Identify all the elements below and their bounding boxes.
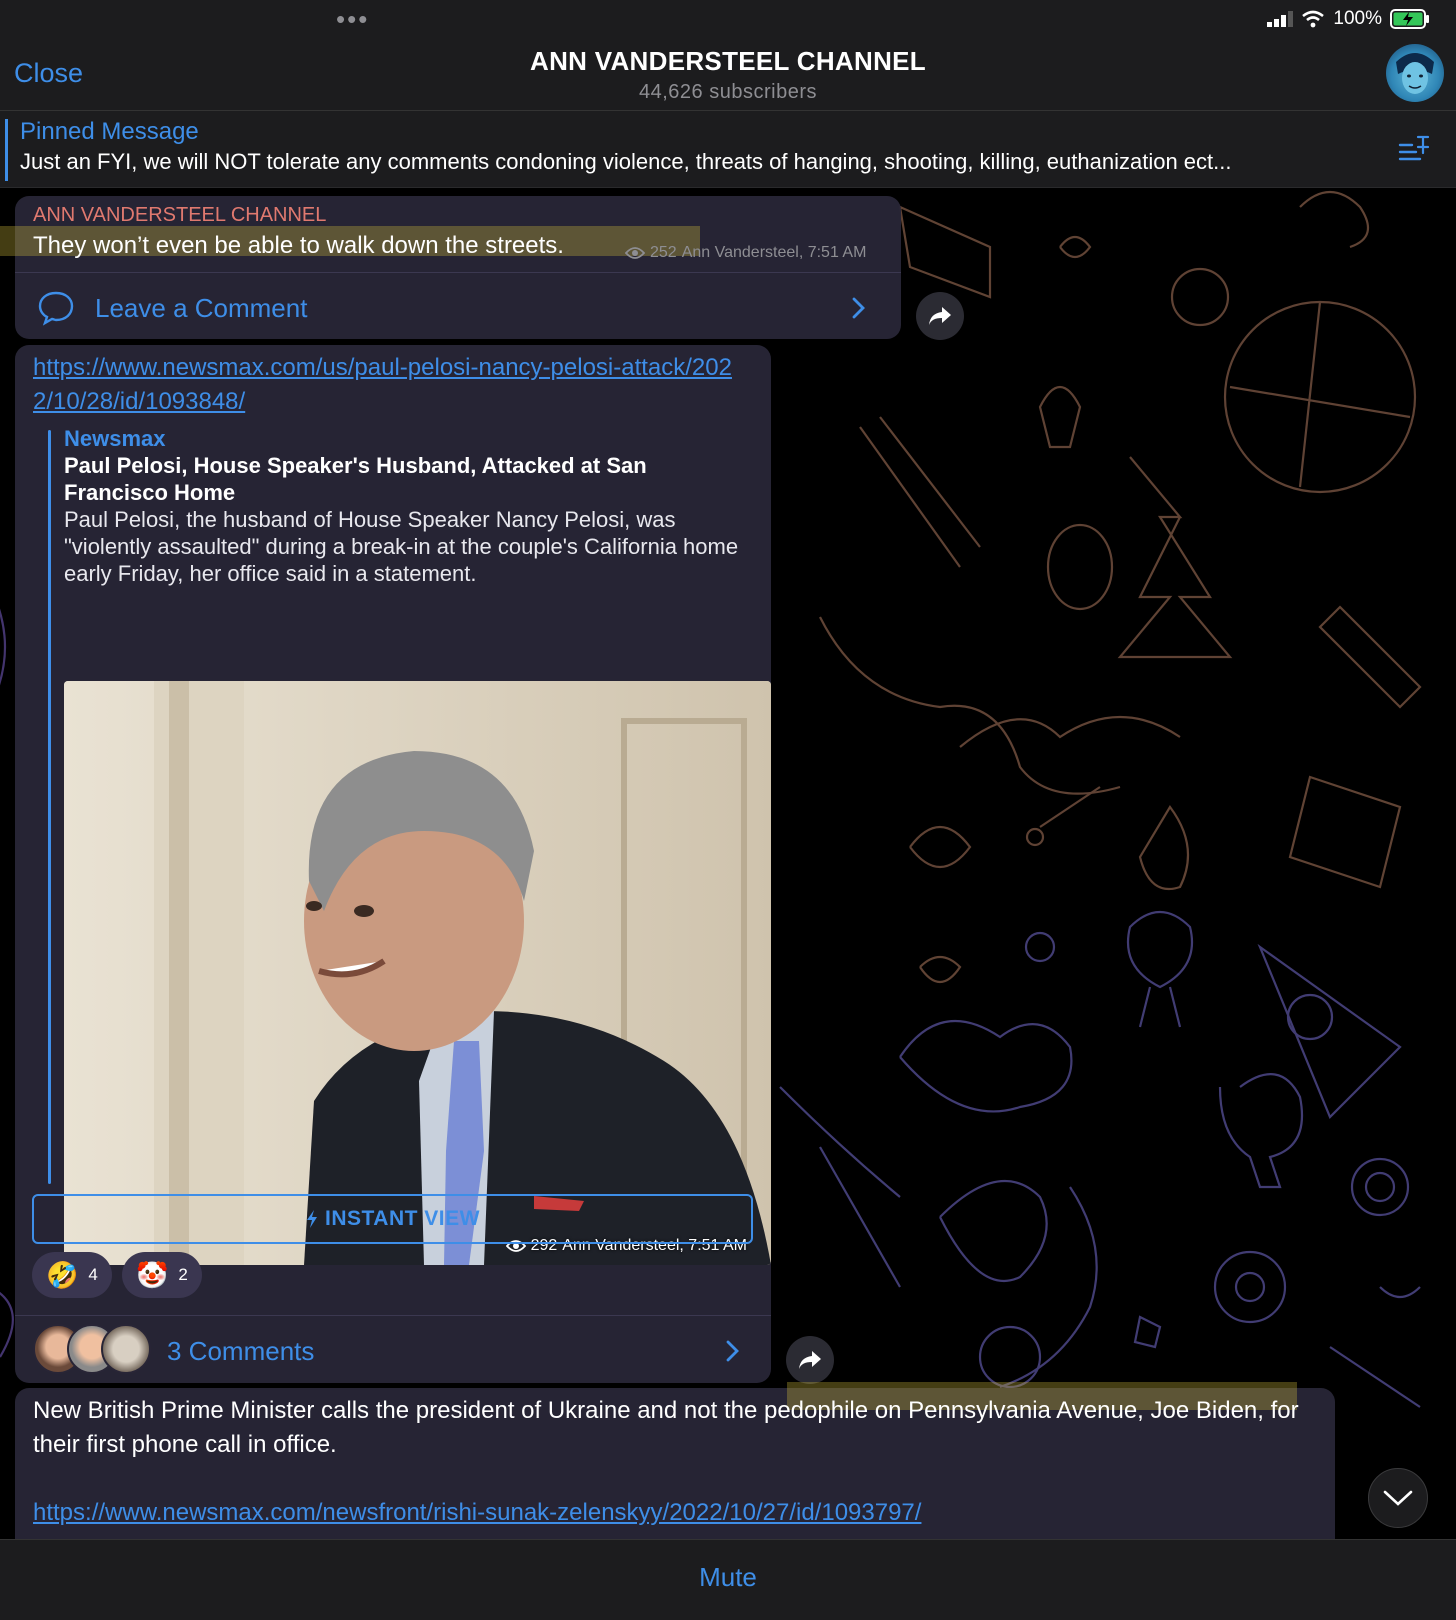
channel-header: Close ANN VANDERSTEEL CHANNEL 44,626 sub… xyxy=(0,40,1456,111)
bottom-bar: Mute xyxy=(0,1539,1456,1620)
pinned-accent-bar xyxy=(5,119,8,181)
preview-description: Paul Pelosi, the husband of House Speake… xyxy=(64,507,739,586)
leave-comment-label: Leave a Comment xyxy=(95,292,308,323)
channel-title-block[interactable]: ANN VANDERSTEEL CHANNEL 44,626 subscribe… xyxy=(0,46,1456,104)
share-button[interactable] xyxy=(916,292,964,340)
rofl-emoji-icon: 🤣 xyxy=(46,1259,79,1290)
reaction-clown[interactable]: 🤡 2 xyxy=(122,1252,202,1298)
signal-icon xyxy=(1267,11,1294,27)
status-indicators: 100% xyxy=(1267,8,1430,30)
mute-button[interactable]: Mute xyxy=(0,1562,1456,1593)
message-bubble-2[interactable]: https://www.newsmax.com/us/paul-pelosi-n… xyxy=(15,345,771,1383)
message-meta: 252 Ann Vandersteel, 7:51 AM xyxy=(625,244,866,262)
scroll-to-bottom-button[interactable] xyxy=(1368,1468,1428,1528)
message-bubble-1[interactable]: ANN VANDERSTEEL CHANNEL They won’t even … xyxy=(0,196,901,339)
post-author-time: Ann Vandersteel, 7:51 AM xyxy=(681,244,867,261)
instant-view-label: INSTANT VIEW xyxy=(325,1207,480,1230)
multitasking-dots-icon[interactable]: ••• xyxy=(336,4,369,35)
message-text: They won’t even be able to walk down the… xyxy=(33,232,564,259)
status-bar: ••• 100% xyxy=(0,0,1456,40)
message-body: New British Prime Minister calls the pre… xyxy=(33,1397,1299,1458)
comments-label: 3 Comments xyxy=(167,1335,315,1366)
leave-comment-button[interactable]: Leave a Comment xyxy=(37,282,897,334)
pinned-message-bar[interactable]: Pinned Message Just an FYI, we will NOT … xyxy=(0,111,1456,188)
channel-avatar[interactable] xyxy=(1386,44,1444,102)
preview-accent-bar xyxy=(48,430,51,1184)
bubble-divider xyxy=(15,272,901,273)
view-count: 252 xyxy=(650,244,677,261)
wifi-icon xyxy=(1302,10,1325,28)
battery-charging-icon xyxy=(1390,9,1429,29)
chevron-right-icon xyxy=(726,1340,739,1362)
preview-photo[interactable]: 292 Ann Vandersteel, 7:51 AM xyxy=(64,681,771,1265)
subscriber-count: 44,626 subscribers xyxy=(639,81,817,103)
share-button[interactable] xyxy=(786,1336,834,1384)
article-link[interactable]: https://www.newsmax.com/newsfront/rishi-… xyxy=(33,1499,921,1526)
channel-title: ANN VANDERSTEEL CHANNEL xyxy=(530,46,926,76)
chevron-right-icon xyxy=(852,297,865,319)
pinned-text: Just an FYI, we will NOT tolerate any co… xyxy=(20,149,1232,174)
lightning-icon xyxy=(307,1210,318,1228)
share-arrow-icon xyxy=(799,1351,821,1369)
comment-bubble-icon xyxy=(38,291,74,326)
pinned-title: Pinned Message xyxy=(20,118,199,145)
preview-title: Paul Pelosi, House Speaker's Husband, At… xyxy=(64,453,647,505)
article-link[interactable]: https://www.newsmax.com/us/paul-pelosi-n… xyxy=(33,354,732,415)
views-eye-icon xyxy=(625,247,645,259)
message-author[interactable]: ANN VANDERSTEEL CHANNEL xyxy=(33,204,326,227)
comments-button[interactable]: 3 Comments xyxy=(165,1326,765,1376)
pinned-list-icon[interactable] xyxy=(1398,133,1432,163)
photo-illustration xyxy=(64,681,771,1265)
message-bubble-3[interactable]: New British Prime Minister calls the pre… xyxy=(15,1382,1335,1548)
clown-emoji-icon: 🤡 xyxy=(136,1259,169,1290)
message-text: New British Prime Minister calls the pre… xyxy=(33,1394,1323,1530)
share-arrow-icon xyxy=(929,307,951,325)
battery-percent: 100% xyxy=(1333,8,1382,29)
bubble-divider xyxy=(15,1315,771,1316)
reaction-count: 4 xyxy=(88,1265,98,1284)
preview-site-name: Newsmax xyxy=(64,426,166,451)
avatar xyxy=(101,1324,151,1374)
instant-view-button[interactable]: INSTANT VIEW xyxy=(32,1194,753,1244)
reaction-count: 2 xyxy=(178,1265,188,1284)
reaction-rofl[interactable]: 🤣 4 xyxy=(32,1252,112,1298)
chevron-down-icon xyxy=(1383,1490,1413,1506)
commenter-avatars xyxy=(33,1324,151,1376)
